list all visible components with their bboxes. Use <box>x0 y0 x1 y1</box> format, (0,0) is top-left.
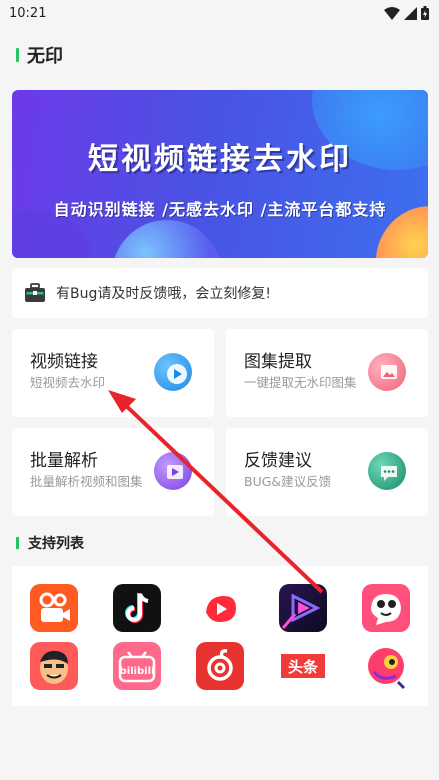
wifi-icon <box>384 6 400 20</box>
image-icon <box>368 353 406 391</box>
card-feedback[interactable]: 反馈建议 BUG&建议反馈 <box>226 428 428 516</box>
status-time: 10:21 <box>9 5 47 21</box>
play-icon <box>154 353 192 391</box>
card-title: 批量解析 <box>30 451 98 471</box>
card-title: 反馈建议 <box>244 451 312 471</box>
douyin-icon[interactable] <box>113 584 161 632</box>
banner-bubble <box>112 220 222 258</box>
card-video-link[interactable]: 视频链接 短视频去水印 <box>12 329 214 417</box>
app-bar: 无印 <box>0 26 439 84</box>
svg-text:bilibili: bilibili <box>120 666 155 677</box>
battery-icon <box>421 6 429 20</box>
card-desc: 短视频去水印 <box>30 375 106 390</box>
section-title: 支持列表 <box>28 536 84 552</box>
title-accent-bar <box>16 48 19 62</box>
banner-title: 短视频链接去水印 <box>88 142 352 177</box>
notice-text: 有Bug请及时反馈哦，会立刻修复! <box>56 286 271 302</box>
video-app-icon[interactable] <box>279 584 327 632</box>
card-desc: 一键提取无水印图集 <box>244 375 357 390</box>
status-icons <box>384 6 429 20</box>
banner-subtitle: 自动识别链接 /无感去水印 /主流平台都支持 <box>53 200 387 219</box>
card-title: 视频链接 <box>30 352 98 372</box>
pipi-icon[interactable] <box>362 584 410 632</box>
pipixia-icon[interactable] <box>362 642 410 690</box>
face-app-icon[interactable] <box>30 642 78 690</box>
card-desc: BUG&建议反馈 <box>244 474 332 489</box>
kuaishou-icon[interactable] <box>30 584 78 632</box>
promo-banner[interactable]: 短视频链接去水印 自动识别链接 /无感去水印 /主流平台都支持 <box>12 90 428 258</box>
toutiao-label: 头条 <box>288 658 319 676</box>
briefcase-icon <box>25 283 45 302</box>
card-title: 图集提取 <box>244 352 312 372</box>
card-batch-parse[interactable]: 批量解析 批量解析视频和图集 <box>12 428 214 516</box>
chat-icon <box>368 452 406 490</box>
section-accent-bar <box>16 537 19 549</box>
netease-music-icon[interactable] <box>196 642 244 690</box>
weishi-icon[interactable] <box>196 584 244 632</box>
support-grid: bilibili 头条 <box>12 566 428 706</box>
card-desc: 批量解析视频和图集 <box>30 474 143 489</box>
signal-icon <box>404 6 417 20</box>
toutiao-icon[interactable]: 头条 <box>279 642 327 690</box>
notice-bar[interactable]: 有Bug请及时反馈哦，会立刻修复! <box>12 268 428 318</box>
bilibili-icon[interactable]: bilibili <box>113 642 161 690</box>
support-list-header: 支持列表 <box>16 533 84 553</box>
page-title: 无印 <box>27 46 63 67</box>
status-bar: 10:21 <box>0 0 439 26</box>
card-gallery-extract[interactable]: 图集提取 一键提取无水印图集 <box>226 329 428 417</box>
folder-icon <box>154 452 192 490</box>
